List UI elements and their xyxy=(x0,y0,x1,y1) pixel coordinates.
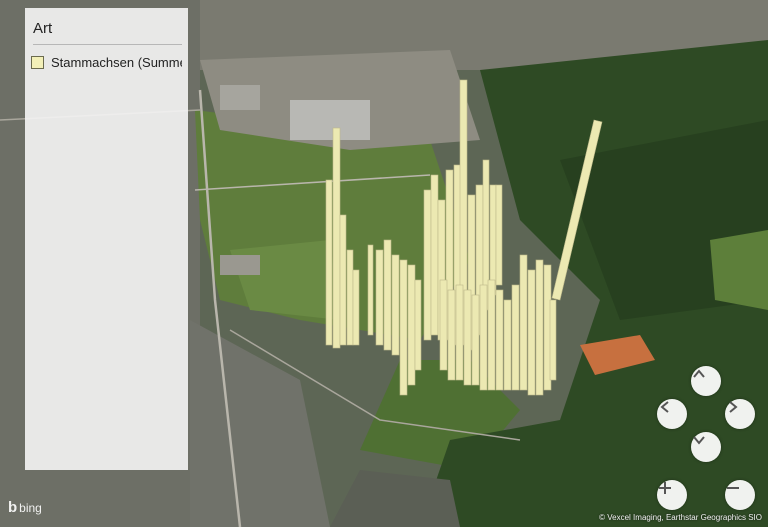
legend-divider xyxy=(33,44,182,45)
zoom-out-button[interactable] xyxy=(725,480,755,510)
chevron-right-icon xyxy=(729,401,738,413)
chevron-down-icon xyxy=(693,436,705,445)
legend-item-label: Stammachsen (Summe xyxy=(51,54,182,70)
map-attribution: © Vexcel Imaging, Earthstar Geographics … xyxy=(599,513,762,522)
pan-down-button[interactable] xyxy=(691,432,721,462)
legend-item-stammachsen[interactable]: Stammachsen (Summe xyxy=(31,53,182,71)
legend-panel: Art Stammachsen (Summe xyxy=(25,8,188,470)
pan-right-button[interactable] xyxy=(725,399,755,429)
pan-left-button[interactable] xyxy=(657,399,687,429)
plus-icon xyxy=(659,482,671,494)
zoom-in-button[interactable] xyxy=(657,480,687,510)
aerial-map[interactable]: Art Stammachsen (Summe b bing © Vexcel I… xyxy=(0,0,768,527)
legend-title: Art xyxy=(33,20,53,37)
legend-swatch xyxy=(31,55,44,69)
bing-logo-text: bing xyxy=(19,500,42,515)
chevron-left-icon xyxy=(660,401,669,413)
bing-logo: b bing xyxy=(8,499,42,516)
minus-icon xyxy=(727,487,739,489)
bing-b-icon: b xyxy=(8,499,18,516)
chevron-up-icon xyxy=(693,369,705,378)
pan-up-button[interactable] xyxy=(691,366,721,396)
